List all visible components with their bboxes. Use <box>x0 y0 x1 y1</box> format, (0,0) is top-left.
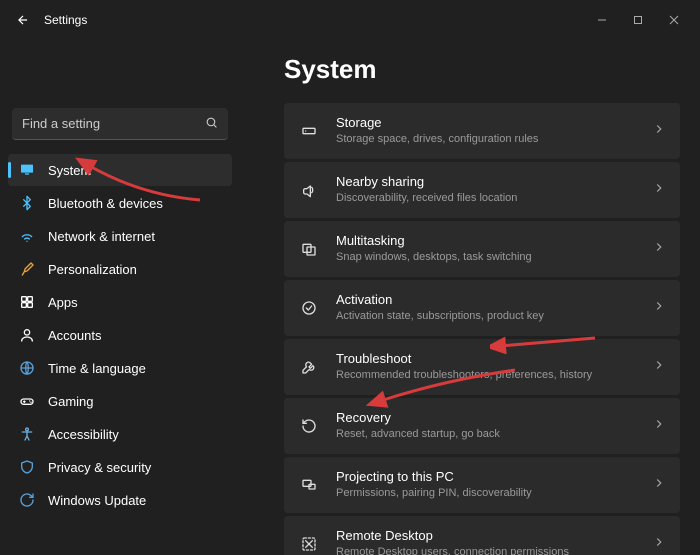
projecting-icon <box>298 474 320 496</box>
remote-icon <box>298 533 320 555</box>
shield-icon <box>18 458 36 476</box>
maximize-button[interactable] <box>620 5 656 35</box>
sidebar-item-privacy[interactable]: Privacy & security <box>8 451 232 483</box>
sidebar-item-bluetooth[interactable]: Bluetooth & devices <box>8 187 232 219</box>
tile-recovery[interactable]: RecoveryReset, advanced startup, go back <box>284 398 680 454</box>
sidebar-item-system[interactable]: System <box>8 154 232 186</box>
tile-subtitle: Permissions, pairing PIN, discoverabilit… <box>336 486 652 500</box>
tile-title: Storage <box>336 115 652 132</box>
tile-text: StorageStorage space, drives, configurat… <box>336 115 652 146</box>
recovery-icon <box>298 415 320 437</box>
search-icon <box>205 116 218 132</box>
tile-title: Projecting to this PC <box>336 469 652 486</box>
sidebar-item-label: Accounts <box>48 328 101 343</box>
bluetooth-icon <box>18 194 36 212</box>
back-button[interactable] <box>8 5 38 35</box>
sidebar-item-label: Time & language <box>48 361 146 376</box>
tile-subtitle: Snap windows, desktops, task switching <box>336 250 652 264</box>
display-icon <box>18 161 36 179</box>
tile-text: Remote DesktopRemote Desktop users, conn… <box>336 528 652 555</box>
close-button[interactable] <box>656 5 692 35</box>
search-input[interactable]: Find a setting <box>12 108 228 140</box>
chevron-right-icon <box>652 299 666 318</box>
window-title: Settings <box>44 13 87 27</box>
brush-icon <box>18 260 36 278</box>
tile-title: Troubleshoot <box>336 351 652 368</box>
share-icon <box>298 179 320 201</box>
update-icon <box>18 491 36 509</box>
tile-text: RecoveryReset, advanced startup, go back <box>336 410 652 441</box>
sidebar: Find a setting System Bluetooth & devices… <box>0 40 240 555</box>
tile-title: Multitasking <box>336 233 652 250</box>
multitask-icon <box>298 238 320 260</box>
sidebar-item-label: Gaming <box>48 394 94 409</box>
titlebar: Settings <box>0 0 700 40</box>
tile-text: Projecting to this PCPermissions, pairin… <box>336 469 652 500</box>
tile-storage[interactable]: StorageStorage space, drives, configurat… <box>284 103 680 159</box>
tile-subtitle: Activation state, subscriptions, product… <box>336 309 652 323</box>
sidebar-item-apps[interactable]: Apps <box>8 286 232 318</box>
person-icon <box>18 326 36 344</box>
sidebar-item-label: Accessibility <box>48 427 119 442</box>
apps-icon <box>18 293 36 311</box>
sidebar-item-label: Network & internet <box>48 229 155 244</box>
window-controls <box>584 5 692 35</box>
chevron-right-icon <box>652 535 666 554</box>
tile-activation[interactable]: ActivationActivation state, subscription… <box>284 280 680 336</box>
sidebar-nav: System Bluetooth & devices Network & inter… <box>8 154 232 516</box>
tile-text: TroubleshootRecommended troubleshooters,… <box>336 351 652 382</box>
tile-text: ActivationActivation state, subscription… <box>336 292 652 323</box>
sidebar-item-label: Apps <box>48 295 78 310</box>
chevron-right-icon <box>652 240 666 259</box>
chevron-right-icon <box>652 122 666 141</box>
content-area: System StorageStorage space, drives, con… <box>240 40 700 555</box>
sidebar-item-label: System <box>48 163 91 178</box>
minimize-button[interactable] <box>584 5 620 35</box>
wifi-icon <box>18 227 36 245</box>
tile-text: Nearby sharingDiscoverability, received … <box>336 174 652 205</box>
sidebar-item-label: Windows Update <box>48 493 146 508</box>
chevron-right-icon <box>652 181 666 200</box>
tile-projecting[interactable]: Projecting to this PCPermissions, pairin… <box>284 457 680 513</box>
tile-remote[interactable]: Remote DesktopRemote Desktop users, conn… <box>284 516 680 555</box>
check-icon <box>298 297 320 319</box>
sidebar-item-label: Privacy & security <box>48 460 151 475</box>
sidebar-item-time[interactable]: Time & language <box>8 352 232 384</box>
sidebar-item-label: Bluetooth & devices <box>48 196 163 211</box>
wrench-icon <box>298 356 320 378</box>
tile-list: StorageStorage space, drives, configurat… <box>284 103 680 555</box>
tile-subtitle: Remote Desktop users, connection permiss… <box>336 545 652 555</box>
sidebar-item-gaming[interactable]: Gaming <box>8 385 232 417</box>
tile-text: MultitaskingSnap windows, desktops, task… <box>336 233 652 264</box>
sidebar-item-label: Personalization <box>48 262 137 277</box>
tile-title: Remote Desktop <box>336 528 652 545</box>
sidebar-item-accessibility[interactable]: Accessibility <box>8 418 232 450</box>
gamepad-icon <box>18 392 36 410</box>
tile-title: Activation <box>336 292 652 309</box>
globe-icon <box>18 359 36 377</box>
sidebar-item-update[interactable]: Windows Update <box>8 484 232 516</box>
chevron-right-icon <box>652 476 666 495</box>
chevron-right-icon <box>652 358 666 377</box>
tile-title: Nearby sharing <box>336 174 652 191</box>
accessibility-icon <box>18 425 36 443</box>
tile-nearby[interactable]: Nearby sharingDiscoverability, received … <box>284 162 680 218</box>
tile-troubleshoot[interactable]: TroubleshootRecommended troubleshooters,… <box>284 339 680 395</box>
search-placeholder: Find a setting <box>22 116 100 131</box>
page-title: System <box>284 54 680 85</box>
tile-subtitle: Recommended troubleshooters, preferences… <box>336 368 652 382</box>
sidebar-item-accounts[interactable]: Accounts <box>8 319 232 351</box>
tile-subtitle: Discoverability, received files location <box>336 191 652 205</box>
sidebar-item-network[interactable]: Network & internet <box>8 220 232 252</box>
tile-subtitle: Storage space, drives, configuration rul… <box>336 132 652 146</box>
sidebar-item-personalization[interactable]: Personalization <box>8 253 232 285</box>
tile-multitasking[interactable]: MultitaskingSnap windows, desktops, task… <box>284 221 680 277</box>
tile-subtitle: Reset, advanced startup, go back <box>336 427 652 441</box>
chevron-right-icon <box>652 417 666 436</box>
tile-title: Recovery <box>336 410 652 427</box>
storage-icon <box>298 120 320 142</box>
